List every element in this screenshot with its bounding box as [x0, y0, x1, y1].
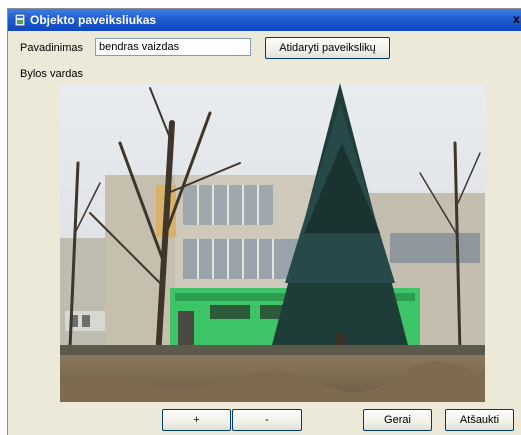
title-bar[interactable]: Objekto paveiksliukas x	[8, 9, 521, 31]
name-label: Pavadinimas	[20, 42, 83, 54]
dialog-window: Objekto paveiksliukas x Pavadinimas Atid…	[7, 8, 521, 435]
file-name-label: Bylos vardas	[20, 68, 83, 80]
object-photo	[60, 83, 485, 402]
open-image-button[interactable]: Atidaryti paveikslikų	[265, 37, 390, 59]
window-title: Objekto paveiksliukas	[30, 13, 157, 27]
close-icon[interactable]: x	[513, 12, 521, 28]
ok-button[interactable]: Gerai	[363, 409, 432, 431]
add-button[interactable]: +	[162, 409, 231, 431]
app-icon	[14, 13, 26, 27]
name-input[interactable]	[95, 38, 251, 56]
remove-button[interactable]: -	[232, 409, 302, 431]
cancel-button[interactable]: Atšaukti	[445, 409, 514, 431]
